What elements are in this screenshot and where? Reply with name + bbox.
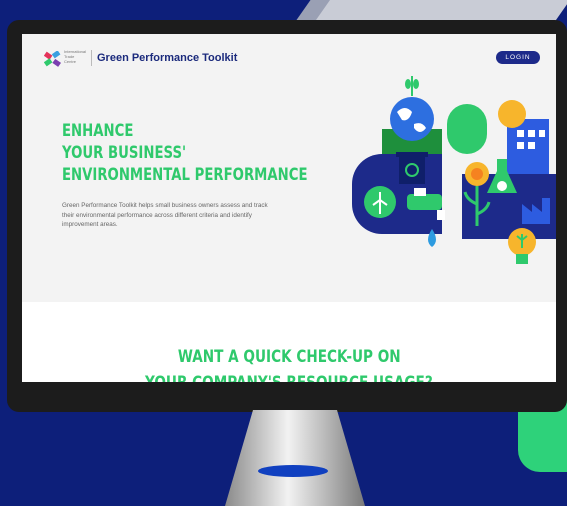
monitor-screen: International Trade Centre Green Perform…: [22, 34, 556, 382]
hero-heading-line: ENHANCE: [62, 121, 134, 141]
itc-logo-icon: [44, 51, 61, 67]
wheat-icon: [405, 76, 419, 96]
cta-heading-line: WANT A QUICK CHECK-UP ON: [177, 347, 401, 367]
recycle-bin-icon: [396, 152, 428, 184]
environment-illustration: [352, 76, 556, 264]
lightbulb-icon: [508, 228, 536, 264]
wind-turbine-icon: [364, 186, 396, 218]
login-button[interactable]: LOGIN: [496, 51, 540, 64]
hero-section: International Trade Centre Green Perform…: [22, 34, 556, 302]
hero-description: Green Performance Toolkit helps small bu…: [62, 202, 268, 228]
building-icon: [512, 124, 547, 164]
org-name: International Trade Centre: [64, 49, 90, 64]
cta-heading: WANT A QUICK CHECK-UP ON YOUR COMPANY'S …: [22, 344, 556, 382]
monitor-stand-base: [258, 465, 328, 477]
cta-heading-line: YOUR COMPANY'S RESOURCE USAGE?: [145, 370, 433, 382]
globe-icon: [390, 97, 434, 141]
hero-heading-line: ENVIRONMENTAL PERFORMANCE: [62, 165, 308, 185]
org-name-line: Centre: [64, 59, 77, 64]
nav-divider: [91, 50, 92, 66]
monitor-stand: [225, 410, 365, 506]
hero-heading: ENHANCE YOUR BUSINESS' ENVIRONMENTAL PER…: [62, 120, 308, 186]
site-title[interactable]: Green Performance Toolkit: [97, 52, 237, 64]
hero-heading-line: YOUR BUSINESS': [62, 143, 187, 163]
